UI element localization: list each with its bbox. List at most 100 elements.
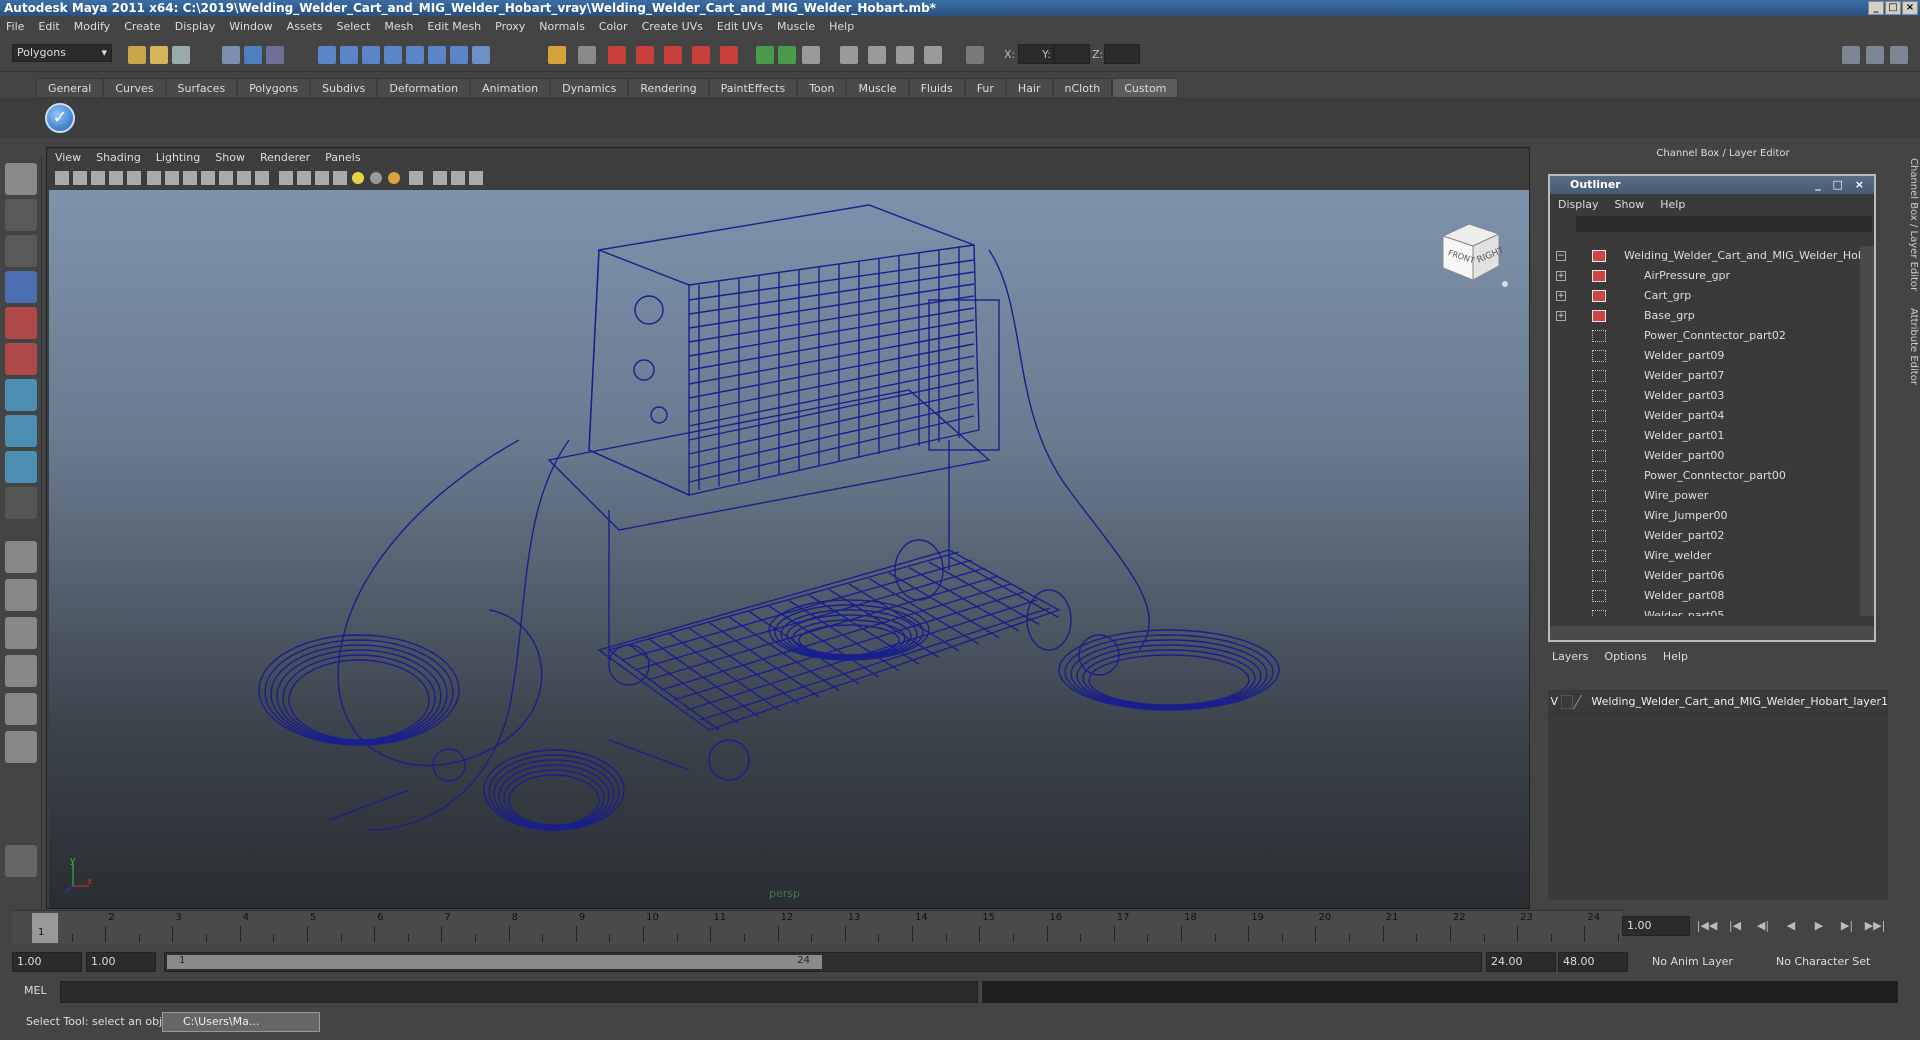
mel-input[interactable] (60, 981, 978, 1003)
custom-layout-icon[interactable] (5, 731, 37, 763)
snap-point-icon[interactable] (362, 46, 380, 64)
menu-mesh[interactable]: Mesh (384, 20, 413, 33)
snapshot-icon[interactable] (924, 46, 942, 64)
viewport-menu-view[interactable]: View (55, 151, 81, 164)
expand-toggle-icon[interactable]: + (1556, 311, 1566, 321)
outliner-menu-show[interactable]: Show (1615, 198, 1645, 211)
shelf-tab-rendering[interactable]: Rendering (628, 78, 709, 98)
shelf-tab-curves[interactable]: Curves (103, 78, 166, 98)
shelf-tab-fluids[interactable]: Fluids (908, 78, 965, 98)
snap-curve-icon[interactable] (340, 46, 358, 64)
hypershade-icon[interactable] (692, 46, 710, 64)
shelf-tab-deformation[interactable]: Deformation (377, 78, 471, 98)
y-field[interactable] (1054, 44, 1090, 64)
viewport-menu-shading[interactable]: Shading (96, 151, 141, 164)
menu-create[interactable]: Create (124, 20, 161, 33)
outliner-item[interactable]: Welder_part01 (1550, 426, 1860, 446)
menu-edit-uvs[interactable]: Edit UVs (717, 20, 763, 33)
channel-toggle-icon[interactable] (778, 46, 796, 64)
maximize-button[interactable]: □ (1885, 1, 1901, 15)
menu-assets[interactable]: Assets (287, 20, 323, 33)
current-frame-field[interactable]: 1.00 (1622, 916, 1690, 936)
shelf-tab-animation[interactable]: Animation (470, 78, 551, 98)
select-component-icon[interactable] (266, 46, 284, 64)
transform-field-icon[interactable] (966, 46, 984, 64)
shelf-tab-polygons[interactable]: Polygons (237, 78, 311, 98)
menu-help[interactable]: Help (829, 20, 854, 33)
hypershade-layout-icon[interactable] (5, 693, 37, 725)
menu-display[interactable]: Display (175, 20, 216, 33)
render-view-icon[interactable] (720, 46, 738, 64)
persp-outliner-layout-icon[interactable] (5, 617, 37, 649)
show-hide-icon[interactable] (756, 46, 774, 64)
perspective-viewport[interactable]: FRONT RIGHT y x persp (49, 190, 1529, 908)
ipr-render-icon[interactable] (636, 46, 654, 64)
rotate-tool-icon[interactable] (5, 307, 37, 339)
paint-select-tool-icon[interactable] (5, 235, 37, 267)
layer-color-swatch[interactable] (1572, 694, 1590, 709)
select-object-icon[interactable] (244, 46, 262, 64)
construction-history-icon[interactable] (548, 46, 566, 64)
last-tool-icon[interactable] (5, 487, 37, 519)
shelf-tab-fur[interactable]: Fur (964, 78, 1006, 98)
single-perspective-layout-icon[interactable] (5, 541, 37, 573)
play-backwards-icon[interactable]: ◀ (1778, 916, 1804, 936)
attribute-editor-toggle-icon[interactable] (1842, 46, 1860, 64)
layers-menu-options[interactable]: Options (1604, 650, 1646, 663)
menu-color[interactable]: Color (599, 20, 628, 33)
outliner-menu-help[interactable]: Help (1660, 198, 1685, 211)
viewport-menu-renderer[interactable]: Renderer (260, 151, 310, 164)
current-time-marker[interactable]: 1 (32, 913, 58, 943)
four-view-layout-icon[interactable] (5, 579, 37, 611)
menu-edit-mesh[interactable]: Edit Mesh (427, 20, 481, 33)
outliner-item[interactable]: + Cart_grp (1550, 286, 1860, 306)
viewport-menu-panels[interactable]: Panels (325, 151, 360, 164)
render-settings-icon[interactable] (664, 46, 682, 64)
outliner-item[interactable]: Power_Conntector_part00 (1550, 466, 1860, 486)
step-back-key-icon[interactable]: |◀ (1722, 916, 1748, 936)
shelf-tab-toon[interactable]: Toon (797, 78, 847, 98)
viewport-menu-show[interactable]: Show (215, 151, 245, 164)
play-forwards-icon[interactable]: ▶ (1806, 916, 1832, 936)
side-tab-attribute-editor[interactable]: Attribute Editor (1905, 308, 1919, 385)
outliner-menu-display[interactable]: Display (1558, 198, 1599, 211)
outliner-item[interactable]: Welder_part04 (1550, 406, 1860, 426)
render-frame-icon[interactable] (608, 46, 626, 64)
menu-proxy[interactable]: Proxy (495, 20, 525, 33)
menu-normals[interactable]: Normals (539, 20, 585, 33)
expand-toggle-icon[interactable]: − (1556, 251, 1566, 261)
close-button[interactable]: × (1902, 1, 1918, 15)
shelf-tab-ncloth[interactable]: nCloth (1052, 78, 1113, 98)
save-scene-icon[interactable] (172, 46, 190, 64)
step-forward-frame-icon[interactable]: ▶| (1834, 916, 1860, 936)
tool-settings-toggle-icon[interactable] (1866, 46, 1884, 64)
input-ops-icon[interactable] (578, 46, 596, 64)
snap-plane-icon[interactable] (384, 46, 402, 64)
go-to-start-icon[interactable]: |◀◀ (1694, 916, 1720, 936)
history-icon[interactable] (450, 46, 468, 64)
step-back-frame-icon[interactable]: ◀| (1750, 916, 1776, 936)
range-slider[interactable]: 1 24 (164, 952, 1482, 972)
outliner-item[interactable]: Welder_part00 (1550, 446, 1860, 466)
playback-start-field[interactable]: 1.00 (86, 952, 156, 972)
outliner-vertical-scrollbar[interactable] (1860, 246, 1874, 616)
menu-select[interactable]: Select (336, 20, 370, 33)
select-tool-icon[interactable] (5, 163, 37, 195)
move-tool-icon[interactable] (5, 271, 37, 303)
playback-end-field[interactable]: 24.00 (1486, 952, 1556, 972)
mel-label[interactable]: MEL (24, 984, 47, 997)
outliner-item[interactable]: Welder_part08 (1550, 586, 1860, 606)
outliner-item[interactable]: Power_Conntector_part02 (1550, 326, 1860, 346)
shelf-tab-surfaces[interactable]: Surfaces (165, 78, 238, 98)
outliner-item[interactable]: Wire_Jumper00 (1550, 506, 1860, 526)
layers-menu-layers[interactable]: Layers (1552, 650, 1588, 663)
menu-muscle[interactable]: Muscle (777, 20, 815, 33)
animation-start-field[interactable]: 1.00 (12, 952, 82, 972)
live-surface-icon[interactable] (428, 46, 446, 64)
camera-icon[interactable] (840, 46, 858, 64)
shelf-tab-muscle[interactable]: Muscle (846, 78, 909, 98)
open-scene-icon[interactable] (150, 46, 168, 64)
outliner-item[interactable]: Welder_part05 (1550, 606, 1860, 616)
shelf-tab-subdivs[interactable]: Subdivs (310, 78, 378, 98)
light-icon[interactable] (868, 46, 886, 64)
